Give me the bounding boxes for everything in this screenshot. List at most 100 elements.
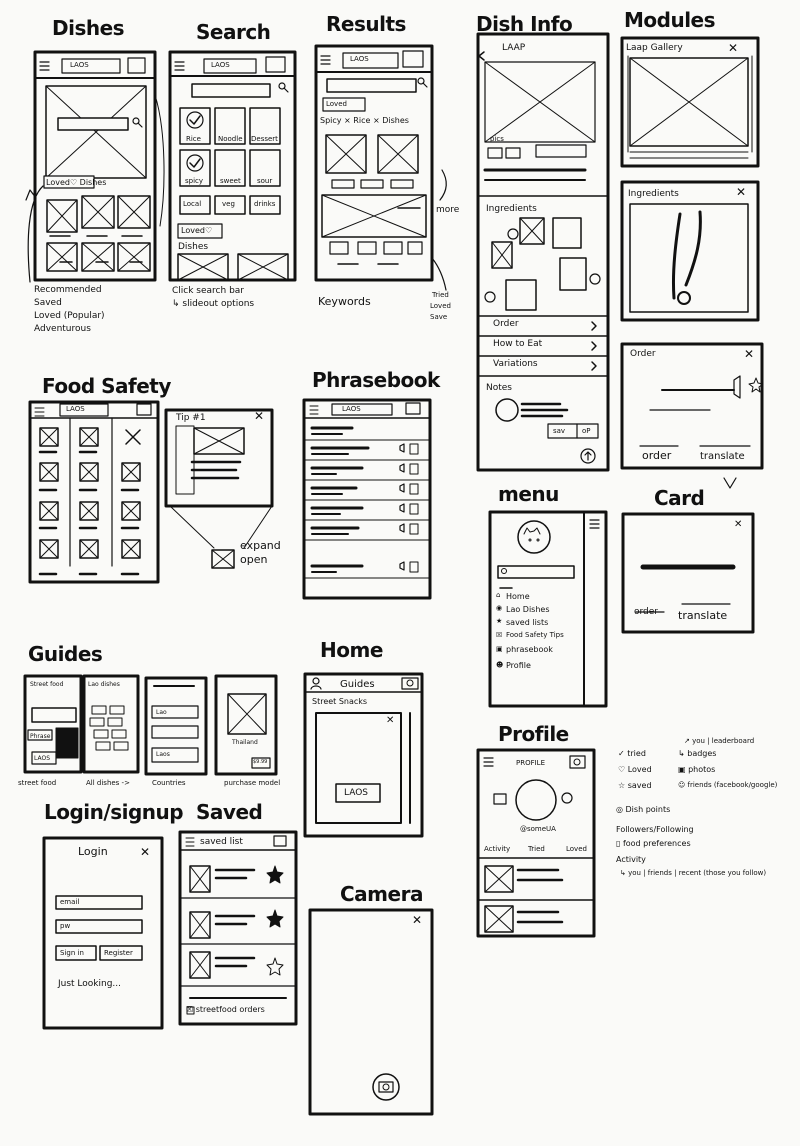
menu-item-phrasebook[interactable]: phrasebook	[506, 646, 553, 654]
guide-1-box[interactable]: Phrase	[30, 734, 50, 740]
profile-screen-title: PROFILE	[516, 759, 546, 767]
profile-note-badges: ↳ badges	[678, 749, 717, 758]
home-card-close-icon[interactable]: ✕	[386, 716, 394, 726]
dish-info-pics[interactable]: pics	[490, 136, 504, 143]
guide-3-laos[interactable]: Laos	[156, 752, 170, 758]
guide-1-caption: street food	[18, 779, 57, 787]
results-country-select[interactable]: LAOS	[350, 56, 369, 63]
register-button[interactable]: Register	[104, 950, 133, 957]
dish-info-title: Dish Info	[476, 12, 573, 36]
modules-translate-button[interactable]: translate	[700, 452, 745, 462]
results-note-loved: Loved	[430, 302, 451, 310]
results-loved-filter[interactable]: Loved	[326, 101, 347, 108]
results-more-note: more	[436, 205, 460, 215]
login-title: Login	[78, 845, 108, 858]
menu-item-food-safety[interactable]: Food Safety Tips	[506, 632, 564, 639]
profile-tab-loved[interactable]: Loved	[566, 846, 587, 853]
tip-close-icon[interactable]: ✕	[254, 410, 264, 422]
modules-ingredients-title: Ingredients	[628, 189, 679, 199]
search-title: Search	[196, 20, 271, 44]
menu-item-profile[interactable]: Profile	[506, 662, 531, 670]
dish-info-order-row[interactable]: Order	[493, 320, 519, 329]
ingredients-close-icon[interactable]: ✕	[736, 186, 746, 198]
search-wireframe	[154, 50, 297, 282]
profile-note-loved: ♡ Loved	[618, 765, 652, 774]
search-tile-noodle[interactable]: Noodle	[218, 136, 243, 143]
password-field[interactable]: pw	[60, 923, 70, 930]
profile-note-dishpoints: ◎ Dish points	[616, 805, 671, 814]
home-icon: ⌂	[496, 591, 501, 599]
dishes-country-select[interactable]: LAOS	[70, 62, 89, 69]
box-icon: ☒	[496, 631, 503, 639]
email-field[interactable]: email	[60, 899, 79, 906]
profile-tab-activity[interactable]: Activity	[484, 846, 510, 853]
menu-item-saved-lists[interactable]: saved lists	[506, 619, 548, 627]
sketch-canvas	[23, 32, 764, 1116]
profile-note-saved: ☆ saved	[618, 781, 652, 790]
search-tile-drinks[interactable]: drinks	[254, 201, 275, 208]
dishes-note-2: Saved	[34, 298, 62, 308]
search-tile-local[interactable]: Local	[183, 201, 201, 208]
order-close-icon[interactable]: ✕	[744, 348, 754, 360]
profile-wireframe	[476, 748, 596, 938]
search-tile-spicy[interactable]: spicy	[185, 178, 203, 185]
gallery-close-icon[interactable]: ✕	[728, 42, 738, 54]
guide-4-price[interactable]: $9.99	[253, 760, 267, 765]
menu-item-lao-dishes[interactable]: Lao Dishes	[506, 606, 550, 614]
food-safety-country-select[interactable]: LAOS	[66, 406, 85, 413]
guide-1-header: Street food	[30, 681, 64, 688]
sign-in-button[interactable]: Sign in	[60, 950, 84, 957]
search-tile-rice[interactable]: Rice	[186, 136, 201, 143]
dishes-note-3: Loved (Popular)	[34, 311, 105, 321]
dish-info-how-to-eat-row[interactable]: How to Eat	[493, 340, 542, 349]
dish-info-save-button[interactable]: sav	[553, 428, 565, 435]
guide-1-laos[interactable]: LAOS	[34, 756, 50, 762]
menu-title: menu	[498, 482, 559, 506]
guides-title: Guides	[28, 642, 103, 666]
search-tile-veg[interactable]: veg	[222, 201, 235, 208]
dish-info-variations-row[interactable]: Variations	[493, 360, 538, 369]
dish-info-op-button[interactable]: oP	[582, 428, 591, 435]
search-dishes-label: Dishes	[178, 242, 209, 252]
search-tile-sweet[interactable]: sweet	[220, 178, 241, 185]
food-safety-note-expand: expand	[240, 539, 281, 552]
modules-order-button[interactable]: order	[642, 450, 671, 461]
saved-footer[interactable]: ☒ streetfood orders	[186, 1006, 265, 1014]
camera-close-icon[interactable]: ✕	[412, 914, 422, 926]
search-tile-sour[interactable]: sour	[257, 178, 272, 185]
modules-gallery-title: Laap Gallery	[626, 43, 683, 53]
results-keywords-note: Keywords	[318, 295, 371, 308]
food-safety-note-open: open	[240, 553, 268, 566]
dish-info-ingredients: Ingredients	[486, 204, 537, 214]
card-order-button[interactable]: order	[634, 608, 658, 617]
user-icon: ☻	[496, 661, 504, 669]
search-note-1: Click search bar	[172, 286, 244, 296]
guide-4-caption: purchase model	[224, 779, 281, 787]
dishes-title: Dishes	[52, 16, 125, 40]
saved-list-title: saved list	[200, 837, 243, 847]
profile-note-tried: ✓ tried	[618, 749, 646, 758]
card-translate-button[interactable]: translate	[678, 610, 727, 621]
phrasebook-country-select[interactable]: LAOS	[342, 406, 361, 413]
profile-tab-tried[interactable]: Tried	[528, 846, 545, 853]
guide-3-lao[interactable]: Lao	[156, 710, 167, 716]
just-looking-link[interactable]: Just Looking...	[58, 980, 121, 989]
phrasebook-wireframe	[302, 398, 432, 600]
results-note-save: Save	[430, 313, 448, 321]
home-card-laos[interactable]: LAOS	[344, 789, 368, 798]
modules-wireframe	[620, 36, 764, 489]
card-close-icon[interactable]: ✕	[734, 520, 742, 530]
login-wireframe	[42, 836, 164, 1030]
book-icon: ▣	[496, 645, 503, 653]
dish-info-notes: Notes	[486, 383, 512, 393]
saved-title: Saved	[196, 800, 263, 824]
login-close-icon[interactable]: ✕	[140, 846, 150, 858]
menu-item-home[interactable]: Home	[506, 593, 530, 601]
search-country-select[interactable]: LAOS	[211, 62, 230, 69]
search-loved-filter[interactable]: Loved♡	[181, 227, 212, 235]
profile-note-followers: Followers/Following	[616, 825, 694, 834]
guide-3-caption: Countries	[152, 779, 186, 787]
profile-note-leaderboard: ↗ you | leaderboard	[684, 737, 755, 745]
search-tile-dessert[interactable]: Dessert	[251, 136, 278, 143]
guide-2-header: Lao dishes	[88, 681, 120, 688]
